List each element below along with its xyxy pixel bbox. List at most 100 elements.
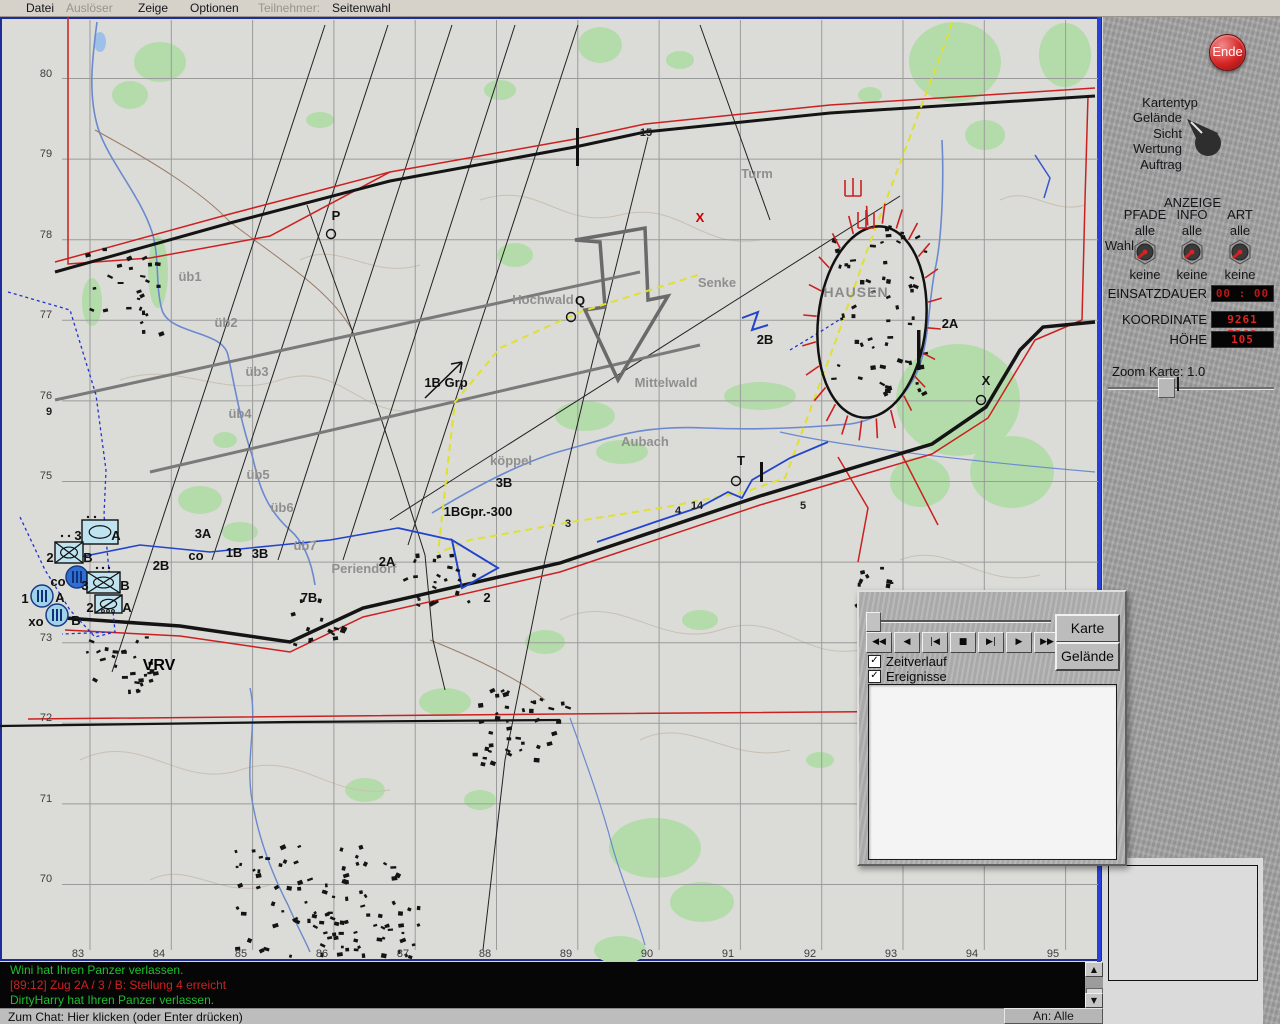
map-label: 1 [21,591,28,606]
info-knob-icon[interactable] [1179,239,1205,265]
map-label: 7B [301,590,318,605]
kartentyp-title: Kartentyp [1142,95,1198,110]
map-label: 84 [153,948,165,960]
map-label: 89 [560,948,572,960]
timeline-thumb[interactable] [866,612,881,632]
map-label: Aubach [621,434,669,449]
map-label: 72 [40,712,52,724]
karte-button[interactable]: Karte [1055,614,1120,643]
map-label: 87 [397,948,409,960]
map-zoom-slider[interactable] [1106,377,1276,399]
map-label: 83 [72,948,84,960]
map-label: Mittelwald [635,375,698,390]
art-knob-icon[interactable] [1227,239,1253,265]
skip-end-button[interactable]: ▶| [978,632,1004,653]
zoom-slider-track[interactable] [1108,387,1274,390]
map-label: 88 [479,948,491,960]
menu-item-optionen[interactable]: Optionen [190,1,239,15]
scroll-up-button[interactable]: ▲ [1085,962,1103,977]
map-label: üb4 [228,406,252,421]
map-label: co [188,548,203,563]
lcd-höhe: 105 [1211,331,1274,348]
stop-button[interactable]: ■ [950,632,976,653]
anzeige-column-art: ART alle keine [1205,207,1275,282]
scroll-down-button[interactable]: ▼ [1085,993,1103,1008]
bottom-right-box [1108,865,1258,981]
map-label: 3 [565,518,571,530]
menu-item-seitenwahl[interactable]: Seitenwahl [332,1,391,15]
map-label: 3B [252,546,269,561]
zoom-slider-thumb[interactable] [1158,378,1175,398]
readout-label-einsatzdauer: EINSATZDAUER [1107,286,1207,301]
ende-button[interactable]: Ende [1209,34,1246,71]
map-label: 85 [235,948,247,960]
checkbox-label: Zeitverlauf [886,654,947,669]
map-label: X [696,210,705,225]
kartentyp-option-auftrag[interactable]: Auftrag [1080,157,1182,172]
map-label: 71 [40,793,52,805]
map-label: B [71,613,80,628]
map-label: B [83,550,92,565]
map-label: Turm [741,166,773,181]
gelaende-button[interactable]: Gelände [1055,642,1120,671]
checkbox-label: Ereignisse [886,669,947,684]
timeline-track[interactable] [869,620,1051,623]
map-label: P [332,208,341,223]
map-label: 2B [153,558,170,573]
play-button[interactable]: ▶ [1006,632,1032,653]
map-label: 92 [804,948,816,960]
lcd-einsatzdauer: 00 : 00 [1211,285,1274,302]
anzeige-col-name: ART [1227,207,1253,222]
play-backward-button[interactable]: ◀ [894,632,920,653]
kartentyp-knob-icon[interactable] [1182,112,1226,160]
chat-message: DirtyHarry hat Ihren Panzer verlassen. [10,993,215,1007]
map-label: 2 [46,550,53,565]
map-label: A [55,590,65,605]
map-label: VRV [143,657,176,674]
map-label: X [982,373,991,388]
menu-item-datei[interactable]: Datei [26,1,54,15]
menu-bar: Datei Auslöser Zeige Optionen Teilnehmer: Sei… [0,0,1280,17]
pfade-knob-icon[interactable] [1132,239,1158,265]
checkbox-zeitverlauf[interactable]: ✓ [868,655,881,668]
map-label: üb7 [293,538,316,553]
map-label: üb2 [214,315,237,330]
map-label: 86 [316,948,328,960]
map-label: xo [28,614,43,629]
map-label: 73 [40,632,52,644]
menu-item-zeige[interactable]: Zeige [138,1,168,15]
chat-scrollbar[interactable]: ▲ ▼ [1085,962,1103,1008]
map-label: 79 [40,148,52,160]
kartentyp-option-sicht[interactable]: Sicht [1080,126,1182,141]
anzeige-alle-label: alle [1229,223,1251,238]
map-label: üb1 [178,269,201,284]
kartentyp-option-gelände[interactable]: Gelände [1080,110,1182,125]
checkbox-ereignisse[interactable]: ✓ [868,670,881,683]
map-label: 2A [942,316,959,331]
playback-panel: ◀◀ ◀ |◀ ■ ▶| ▶ ▶▶ Karte Gelände ✓ Zeitverlauf ✓ E… [857,590,1127,866]
chat-message: [89:12] Zug 2A / 3 / B: Stellung 4 errei… [10,978,227,992]
map-label: 9 [46,406,52,418]
map-label: 77 [40,309,52,321]
menu-item-teilnehmer: Teilnehmer: [258,1,321,15]
event-list[interactable] [868,684,1117,860]
chat-log[interactable]: Wini hat Ihren Panzer verlassen. [89:12] … [0,962,1085,1008]
map-label: 3B [496,475,513,490]
map-label: 1BGpr.-300 [444,504,513,519]
map-label: 3 [81,578,88,593]
map-label: Q [575,293,585,308]
fast-rewind-button[interactable]: ◀◀ [866,632,892,653]
map-label: Senke [698,275,736,290]
map-label: 4 [675,505,682,517]
kartentyp-option-wertung[interactable]: Wertung [1080,141,1182,156]
chat-target-dropdown[interactable]: An: Alle [1004,1008,1103,1024]
map-label: 15 [640,127,652,139]
map-label: 14 [691,500,704,512]
map-label: üb5 [246,467,269,482]
map-label: üb3 [245,364,268,379]
vcr-buttons: ◀◀ ◀ |◀ ■ ▶| ▶ ▶▶ [866,632,1062,653]
skip-start-button[interactable]: |◀ [922,632,948,653]
chat-prompt-bar[interactable]: Zum Chat: Hier klicken (oder Enter drück… [0,1008,1004,1024]
checkbox-row-ereignisse: ✓ Ereignisse [868,669,947,684]
map-label: 93 [885,948,897,960]
